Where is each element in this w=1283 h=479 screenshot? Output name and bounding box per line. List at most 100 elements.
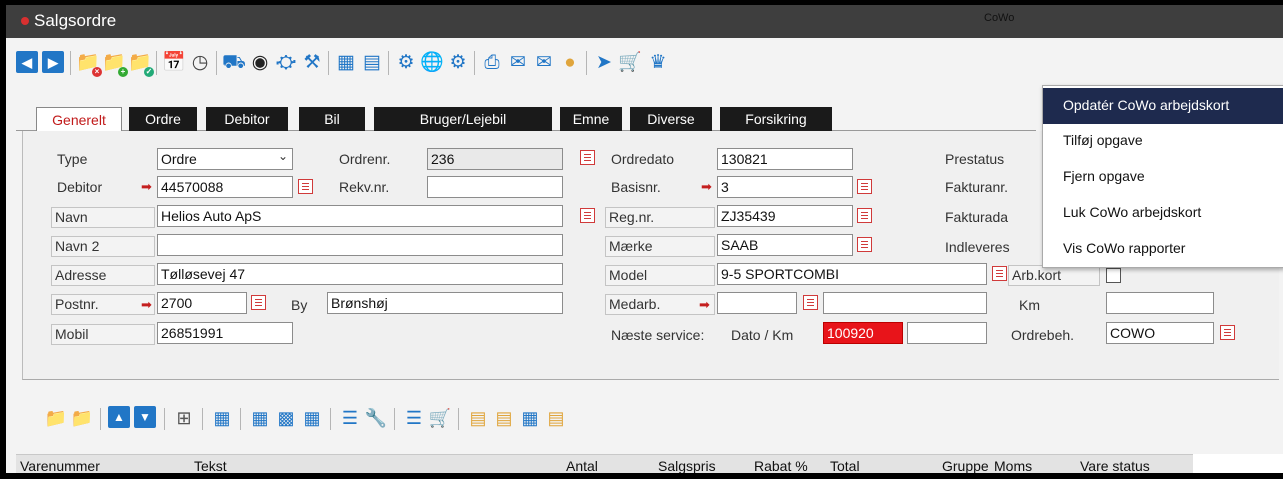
- navn-field[interactable]: Helios Auto ApS: [157, 205, 563, 227]
- tab-ordre[interactable]: Ordre: [129, 107, 197, 132]
- cart-icon[interactable]: 🛒: [428, 406, 452, 430]
- folder-delete-icon[interactable]: 📁 ×: [76, 49, 102, 77]
- table-edit-icon[interactable]: ▦: [300, 406, 324, 430]
- basisnr-lookup-icon[interactable]: [857, 179, 872, 194]
- tab-bruger-lejebil[interactable]: Bruger/Lejebil: [374, 107, 552, 132]
- doc-globe-icon[interactable]: ▤: [492, 406, 516, 430]
- table-stack-icon[interactable]: ▦: [518, 406, 542, 430]
- model-label: Model: [605, 265, 715, 286]
- clock-icon[interactable]: ◷: [188, 49, 212, 75]
- move-down-icon[interactable]: ▼: [134, 406, 156, 428]
- table-icon[interactable]: ▦: [248, 406, 272, 430]
- postnr-field[interactable]: 2700: [157, 292, 247, 314]
- mail-icon[interactable]: ✉: [506, 49, 530, 75]
- list-tools-icon[interactable]: ☰: [338, 406, 362, 430]
- col-total[interactable]: Total: [830, 458, 910, 473]
- mobil-field[interactable]: 26851991: [157, 322, 293, 344]
- printer-icon[interactable]: ⎙: [480, 49, 504, 75]
- coins-icon[interactable]: ●: [558, 49, 582, 75]
- doc-table-icon[interactable]: ▤: [466, 406, 490, 430]
- ordredato-field[interactable]: 130821: [717, 148, 853, 170]
- tab-bil[interactable]: Bil: [299, 107, 365, 132]
- navn-lookup-icon[interactable]: [580, 208, 595, 223]
- maerke-field[interactable]: SAAB: [717, 234, 853, 256]
- col-vare-status[interactable]: Vare status: [1080, 458, 1190, 473]
- debitor-field[interactable]: 44570088: [157, 176, 293, 198]
- by-field[interactable]: Brønshøj: [327, 292, 563, 314]
- tools-icon[interactable]: ⚙: [394, 49, 418, 75]
- folder-delete-icon[interactable]: 📁: [44, 406, 68, 430]
- menu-item-fjern-opgave[interactable]: Fjern opgave: [1043, 159, 1283, 195]
- col-varenummer[interactable]: Varenummer: [20, 458, 170, 473]
- grid-icon[interactable]: ▦: [210, 406, 234, 430]
- car-key-icon[interactable]: ⛮: [274, 49, 298, 75]
- col-tekst[interactable]: Tekst: [194, 458, 494, 473]
- gear-icon[interactable]: ⚙: [446, 49, 470, 75]
- wrench-icon[interactable]: 🔧: [364, 406, 388, 430]
- ordrenr-field[interactable]: 236: [427, 148, 563, 170]
- calendar-icon[interactable]: 📅: [162, 49, 186, 75]
- move-up-icon[interactable]: ▲: [108, 406, 130, 428]
- postnr-lookup-icon[interactable]: [251, 295, 266, 310]
- col-moms[interactable]: Moms: [994, 458, 1054, 473]
- coins-doc-icon[interactable]: ▤: [544, 406, 568, 430]
- medarb-lookup-icon[interactable]: [803, 295, 818, 310]
- menu-item-luk-cowo-arbejdskort[interactable]: Luk CoWo arbejdskort: [1043, 195, 1283, 231]
- tab-forsikring[interactable]: Forsikring: [720, 107, 832, 132]
- truck-icon[interactable]: ⛟: [222, 49, 246, 75]
- col-rabat[interactable]: Rabat %: [754, 458, 824, 473]
- tab-debitor[interactable]: Debitor: [206, 107, 288, 132]
- arbkort-checkbox[interactable]: [1106, 268, 1121, 283]
- model-lookup-icon[interactable]: [992, 266, 1007, 281]
- cart-icon[interactable]: 🛒: [618, 49, 642, 75]
- globe-icon[interactable]: 🌐: [420, 49, 444, 75]
- col-salgspris[interactable]: Salgspris: [658, 458, 738, 473]
- debitor-arrow-icon: ➡: [141, 179, 152, 194]
- debitor-lookup-icon[interactable]: [298, 179, 313, 194]
- ordrebeh-lookup-icon[interactable]: [1220, 325, 1235, 340]
- tire-icon[interactable]: ◉: [248, 49, 272, 75]
- cowo-menu-button[interactable]: CoWo: [984, 12, 1014, 24]
- menu-item-tilfoej-opgave[interactable]: Tilføj opgave: [1043, 123, 1283, 159]
- folder-check-icon[interactable]: 📁 ✓: [128, 49, 154, 77]
- tab-diverse[interactable]: Diverse: [630, 107, 712, 132]
- ordrebeh-field[interactable]: COWO: [1106, 322, 1214, 344]
- folder-add-icon[interactable]: 📁 +: [102, 49, 128, 77]
- type-select[interactable]: Ordre ⌄: [157, 148, 293, 170]
- medarb-name-field[interactable]: [823, 292, 987, 314]
- mail-checked-icon[interactable]: ✉: [532, 49, 556, 75]
- rekvnr-field[interactable]: [427, 176, 563, 198]
- km-field[interactable]: [1106, 292, 1214, 314]
- back-arrow-icon[interactable]: ◀: [16, 51, 38, 73]
- ordrenr-label: Ordrenr.: [339, 151, 391, 167]
- forward-arrow-icon[interactable]: ▶: [42, 51, 64, 73]
- table-link-icon[interactable]: ▩: [274, 406, 298, 430]
- maerke-lookup-icon[interactable]: [857, 237, 872, 252]
- document-send-icon[interactable]: ➤: [592, 49, 616, 75]
- prestatus-label: Prestatus: [945, 151, 1005, 167]
- columns-icon[interactable]: ▦: [334, 49, 358, 75]
- service-dato-field[interactable]: 100920: [823, 322, 903, 344]
- navn2-field[interactable]: [157, 234, 563, 256]
- paint-bucket-icon[interactable]: ⚒: [300, 49, 324, 75]
- list-cart-icon[interactable]: ☰: [402, 406, 426, 430]
- tab-generelt[interactable]: Generelt: [36, 107, 122, 133]
- adresse-field[interactable]: Tølløsevej 47: [157, 263, 563, 285]
- medarb-field[interactable]: [717, 292, 797, 314]
- comment-icon[interactable]: ▤: [360, 49, 384, 75]
- menu-item-vis-cowo-rapporter[interactable]: Vis CoWo rapporter: [1043, 231, 1283, 267]
- tab-emne[interactable]: Emne: [560, 107, 622, 132]
- col-gruppe[interactable]: Gruppe: [942, 458, 994, 473]
- regnr-field[interactable]: ZJ35439: [717, 205, 853, 227]
- ordrenr-lookup-icon[interactable]: [580, 150, 595, 165]
- regnr-lookup-icon[interactable]: [857, 208, 872, 223]
- model-field[interactable]: 9-5 SPORTCOMBI: [717, 263, 987, 285]
- insert-row-icon[interactable]: ⊞: [172, 406, 196, 430]
- main-toolbar: ◀ ▶ 📁 × 📁 + 📁 ✓ 📅 ◷ ⛟ ◉ ⛮ ⚒ ▦ ▤ ⚙ 🌐 ⚙ ⎙ ✉ ✉…: [16, 49, 1036, 81]
- basisnr-field[interactable]: 3: [717, 176, 853, 198]
- service-km-field[interactable]: [907, 322, 987, 344]
- menu-item-opdater-cowo-arbejdskort[interactable]: Opdatér CoWo arbejdskort: [1043, 88, 1283, 124]
- col-antal[interactable]: Antal: [566, 458, 626, 473]
- crown-icon[interactable]: ♛: [646, 49, 670, 75]
- folder-add-icon[interactable]: 📁: [70, 406, 94, 430]
